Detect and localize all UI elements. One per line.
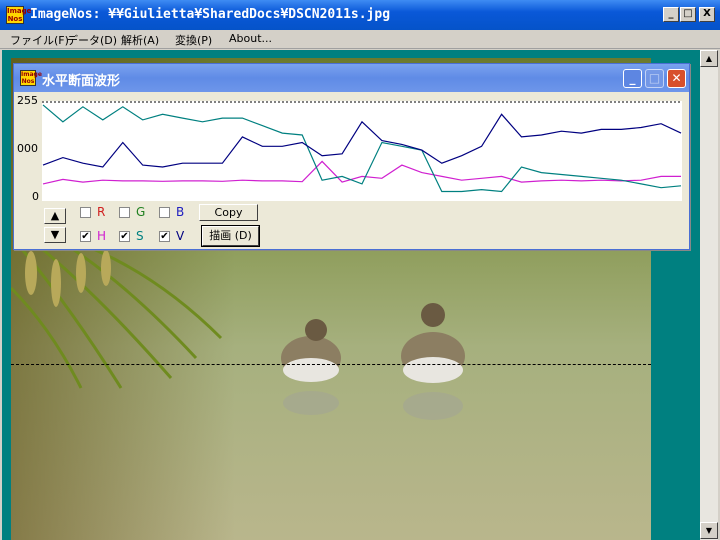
scan-up-button[interactable]: ▲: [44, 208, 66, 224]
label-v: V: [176, 229, 185, 243]
minimize-button[interactable]: _: [663, 7, 679, 22]
checkbox-g[interactable]: [119, 207, 130, 218]
y-tick-bottom: 0: [32, 190, 39, 203]
checkbox-b[interactable]: [159, 207, 170, 218]
label-s: S: [136, 229, 144, 243]
waveform-minimize-button[interactable]: _: [623, 69, 642, 88]
checkbox-v[interactable]: ✔: [159, 231, 170, 242]
menu-convert[interactable]: 変換(P): [175, 32, 212, 48]
app-icon: Image Nos: [6, 6, 32, 24]
waveform-plot: [42, 101, 682, 201]
label-r: R: [97, 205, 106, 219]
y-tick-top: 255: [17, 94, 38, 107]
label-h: H: [97, 229, 107, 243]
draw-button[interactable]: 描画 (D): [201, 225, 260, 247]
scan-down-button[interactable]: ▼: [44, 227, 66, 243]
y-tick-mid: 000: [17, 142, 38, 155]
label-b: B: [176, 205, 185, 219]
waveform-app-icon: Image Nos: [20, 70, 42, 86]
label-g: G: [136, 205, 146, 219]
series-line-s: [42, 104, 682, 193]
series-line-h: [42, 160, 681, 185]
menu-file[interactable]: ファイル(F): [10, 32, 69, 48]
window-title: ImageNos: ¥¥Giulietta¥SharedDocs¥DSCN201…: [30, 7, 391, 22]
title-bar[interactable]: Image Nos ImageNos: ¥¥Giulietta¥SharedDo…: [0, 0, 720, 30]
waveform-svg: [42, 101, 682, 193]
scroll-down-icon[interactable]: ▼: [700, 522, 718, 539]
series-line-v: [42, 113, 682, 168]
checkbox-r[interactable]: [80, 207, 91, 218]
checkbox-h[interactable]: ✔: [80, 231, 91, 242]
scroll-up-icon[interactable]: ▲: [700, 50, 718, 67]
waveform-title-bar[interactable]: Image Nos 水平断面波形 _ □ ✕: [14, 64, 689, 92]
copy-button[interactable]: Copy: [199, 204, 258, 221]
checkbox-s[interactable]: ✔: [119, 231, 130, 242]
menu-bar: ファイル(F) データ(D) 解析(A) 変換(P) About...: [0, 30, 720, 49]
waveform-window: Image Nos 水平断面波形 _ □ ✕ 255 000 0 ▲ ▼ R G…: [13, 63, 690, 250]
menu-data[interactable]: データ(D): [67, 32, 117, 48]
menu-about[interactable]: About...: [229, 32, 272, 45]
main-window: Image Nos ImageNos: ¥¥Giulietta¥SharedDo…: [0, 0, 720, 540]
waveform-maximize-button[interactable]: □: [645, 69, 664, 88]
scan-line-marker: [11, 364, 651, 365]
close-button[interactable]: X: [699, 7, 715, 22]
maximize-button[interactable]: □: [680, 7, 696, 22]
waveform-title: 水平断面波形: [42, 74, 121, 89]
vertical-scrollbar[interactable]: ▲ ▼: [700, 50, 718, 540]
menu-analysis[interactable]: 解析(A): [121, 32, 159, 48]
waveform-close-button[interactable]: ✕: [667, 69, 686, 88]
